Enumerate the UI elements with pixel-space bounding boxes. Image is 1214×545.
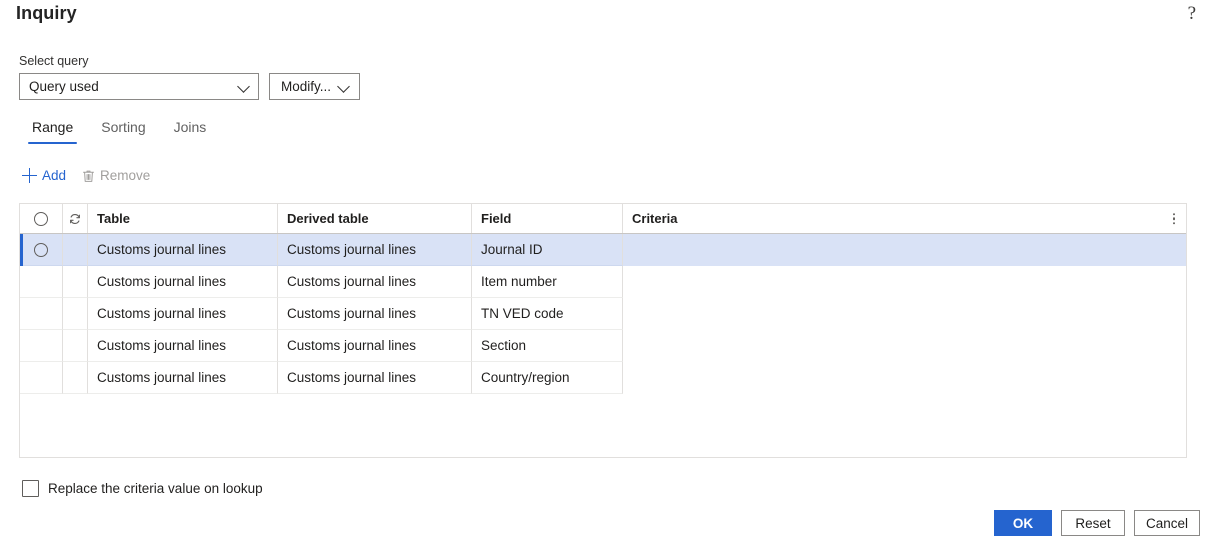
replace-criteria-label: Replace the criteria value on lookup — [48, 481, 263, 496]
cancel-button[interactable]: Cancel — [1133, 510, 1200, 536]
row-table-cell[interactable]: Customs journal lines — [88, 298, 278, 330]
row-select-radio[interactable] — [20, 330, 63, 362]
row-refresh-cell — [63, 298, 88, 330]
grid-header-row: Table Derived table Field Criteria — [20, 204, 1186, 234]
more-vertical-icon[interactable] — [1172, 212, 1175, 225]
grid-header-select-all[interactable] — [20, 204, 63, 233]
table-row[interactable]: Customs journal lines Customs journal li… — [20, 266, 1186, 298]
row-field-cell[interactable]: Journal ID — [472, 234, 623, 266]
help-icon[interactable]: ? — [1184, 2, 1200, 25]
range-grid: Table Derived table Field Criteria Custo… — [19, 203, 1187, 458]
row-derived-table-cell[interactable]: Customs journal lines — [278, 234, 472, 266]
row-field-cell[interactable]: Country/region — [472, 362, 623, 394]
ok-button[interactable]: OK — [993, 510, 1052, 536]
grid-header-derived-table[interactable]: Derived table — [278, 204, 472, 233]
row-refresh-cell — [63, 234, 88, 266]
tab-range-label: Range — [32, 119, 74, 135]
row-field-cell[interactable]: Section — [472, 330, 623, 362]
row-derived-table-cell[interactable]: Customs journal lines — [278, 362, 472, 394]
radio-circle-icon — [34, 211, 48, 226]
row-select-radio[interactable] — [20, 266, 63, 298]
row-refresh-cell — [63, 266, 88, 298]
plus-icon — [22, 168, 37, 183]
tab-strip: Range Sorting Joins — [18, 115, 220, 144]
select-query-value: Query used — [29, 79, 99, 94]
row-field-cell[interactable]: TN VED code — [472, 298, 623, 330]
row-table-cell[interactable]: Customs journal lines — [88, 266, 278, 298]
grid-header-refresh[interactable] — [63, 204, 88, 233]
trash-icon — [82, 169, 95, 183]
row-table-cell[interactable]: Customs journal lines — [88, 362, 278, 394]
modify-button-label: Modify... — [281, 79, 332, 94]
row-refresh-cell — [63, 362, 88, 394]
row-derived-table-cell[interactable]: Customs journal lines — [278, 298, 472, 330]
grid-header-criteria-label: Criteria — [632, 211, 678, 226]
row-refresh-cell — [63, 330, 88, 362]
grid-header-table[interactable]: Table — [88, 204, 278, 233]
remove-button-label: Remove — [100, 168, 151, 183]
row-criteria-cell[interactable] — [623, 362, 1186, 394]
row-derived-table-cell[interactable]: Customs journal lines — [278, 330, 472, 362]
radio-circle-icon — [34, 242, 48, 257]
row-derived-table-cell[interactable]: Customs journal lines — [278, 266, 472, 298]
chevron-down-icon — [238, 80, 251, 93]
grid-header-criteria[interactable]: Criteria — [623, 204, 1186, 233]
refresh-icon — [68, 212, 82, 226]
row-criteria-cell[interactable] — [623, 266, 1186, 298]
add-button-label: Add — [42, 168, 67, 183]
select-query-label: Select query — [19, 54, 89, 68]
grid-body: Customs journal lines Customs journal li… — [20, 234, 1186, 394]
row-select-radio[interactable] — [20, 234, 63, 266]
inquiry-dialog: Inquiry ? Select query Query used Modify… — [0, 0, 1214, 545]
row-criteria-cell[interactable] — [623, 298, 1186, 330]
row-criteria-cell[interactable] — [623, 234, 1186, 266]
modify-button[interactable]: Modify... — [269, 73, 361, 100]
add-button[interactable]: Add — [22, 168, 66, 183]
tab-range[interactable]: Range — [18, 115, 87, 144]
query-selection-row: Query used Modify... — [19, 73, 361, 100]
tab-sorting-label: Sorting — [101, 119, 146, 135]
replace-criteria-checkbox[interactable]: Replace the criteria value on lookup — [22, 480, 263, 497]
row-select-radio[interactable] — [20, 298, 63, 330]
dialog-footer: OK Reset Cancel — [993, 510, 1200, 536]
row-criteria-cell[interactable] — [623, 330, 1186, 362]
row-table-cell[interactable]: Customs journal lines — [88, 234, 278, 266]
table-row[interactable]: Customs journal lines Customs journal li… — [20, 330, 1186, 362]
tab-sorting[interactable]: Sorting — [87, 115, 159, 144]
row-table-cell[interactable]: Customs journal lines — [88, 330, 278, 362]
select-query-dropdown[interactable]: Query used — [19, 73, 259, 100]
remove-button[interactable]: Remove — [82, 168, 150, 183]
table-row[interactable]: Customs journal lines Customs journal li… — [20, 362, 1186, 394]
chevron-down-icon — [338, 80, 351, 93]
grid-header-field[interactable]: Field — [472, 204, 623, 233]
tab-joins[interactable]: Joins — [160, 115, 221, 144]
reset-button[interactable]: Reset — [1060, 510, 1125, 536]
row-select-radio[interactable] — [20, 362, 63, 394]
table-row[interactable]: Customs journal lines Customs journal li… — [20, 234, 1186, 266]
tab-joins-label: Joins — [173, 119, 207, 135]
command-bar: Add Remove — [22, 168, 150, 183]
table-row[interactable]: Customs journal lines Customs journal li… — [20, 298, 1186, 330]
checkbox-box-icon — [22, 480, 39, 497]
page-title: Inquiry — [16, 3, 77, 23]
row-field-cell[interactable]: Item number — [472, 266, 623, 298]
